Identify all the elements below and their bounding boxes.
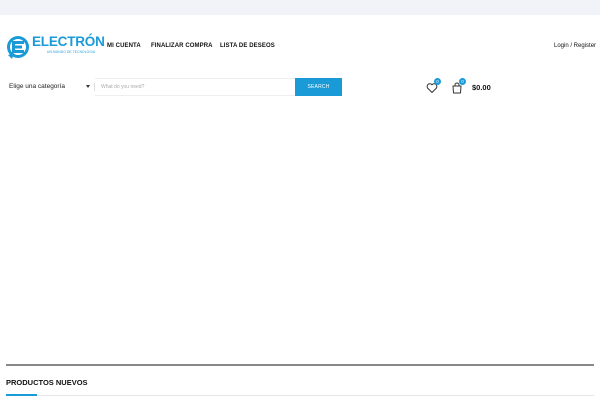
- logo-name: ELECTRÓN: [32, 34, 105, 49]
- wishlist-count-badge: 0: [434, 78, 441, 85]
- search-button[interactable]: SEARCH: [295, 78, 342, 96]
- nav-mi-cuenta[interactable]: MI CUENTA: [107, 43, 141, 49]
- category-select[interactable]: Elige una categoría: [6, 78, 94, 96]
- logo-tagline: UN MUNDO DE TECNOLOGIA: [47, 50, 96, 54]
- site-logo[interactable]: ELECTRÓN UN MUNDO DE TECNOLOGIA: [6, 33, 105, 61]
- wishlist-button[interactable]: 0: [426, 78, 441, 94]
- top-bar: [0, 0, 600, 15]
- section-title-rule: [37, 395, 594, 396]
- nav-lista-de-deseos[interactable]: LISTA DE DESEOS: [220, 43, 275, 49]
- chevron-down-icon: [86, 85, 90, 88]
- logo-e-icon: [7, 36, 29, 59]
- section-divider: [6, 364, 594, 366]
- cart-button[interactable]: 0: [451, 78, 466, 94]
- search-input[interactable]: [95, 78, 295, 96]
- site-header: ELECTRÓN UN MUNDO DE TECNOLOGIA: [0, 15, 600, 80]
- category-select-label: Elige una categoría: [9, 83, 66, 90]
- cart-total[interactable]: $0.00: [472, 83, 491, 92]
- cart-count-badge: 0: [459, 78, 466, 85]
- section-title: PRODUCTOS NUEVOS: [6, 378, 88, 387]
- login-register-link[interactable]: Login / Register: [554, 43, 596, 49]
- nav-finalizar-compra[interactable]: FINALIZAR COMPRA: [151, 43, 213, 49]
- section-title-underline: [6, 394, 37, 396]
